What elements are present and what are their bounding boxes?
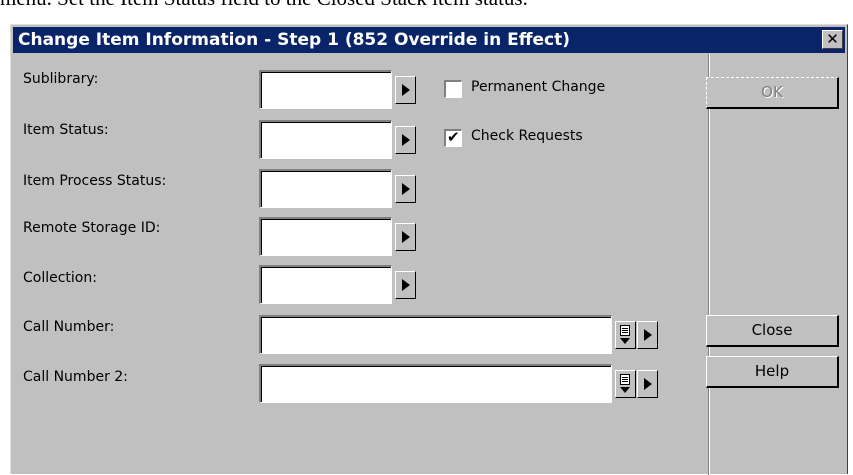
sublibrary-arrow-icon[interactable] [395, 76, 416, 104]
chevron-down-icon [620, 387, 630, 393]
call-number-list-icon[interactable] [615, 321, 636, 349]
item-process-status-label: Item Process Status: [23, 173, 167, 189]
checkmark-icon: ✔ [447, 128, 460, 146]
chevron-down-icon [620, 338, 630, 344]
dialog-title-bar: Change Item Information - Step 1 (852 Ov… [13, 27, 845, 53]
vertical-divider [708, 54, 710, 475]
remote-storage-id-label: Remote Storage ID: [23, 220, 161, 236]
collection-field[interactable] [259, 265, 392, 304]
remote-storage-id-arrow-icon[interactable] [395, 223, 416, 251]
check-requests-label: Check Requests [471, 128, 583, 144]
remote-storage-id-field[interactable] [259, 217, 392, 256]
collection-label: Collection: [23, 270, 97, 286]
sublibrary-field[interactable] [259, 70, 392, 109]
call-number-2-list-icon[interactable] [615, 370, 636, 398]
item-status-label: Item Status: [23, 122, 109, 138]
call-number-arrow-icon[interactable] [637, 321, 658, 349]
close-button[interactable]: Close [706, 315, 839, 347]
item-process-status-arrow-icon[interactable] [395, 175, 416, 203]
close-icon[interactable]: ✕ [822, 30, 843, 49]
call-number-label: Call Number: [23, 319, 115, 335]
call-number-field[interactable] [259, 315, 612, 354]
list-lines-icon [620, 325, 630, 336]
permanent-change-checkbox[interactable] [444, 80, 462, 98]
dialog-title: Change Item Information - Step 1 (852 Ov… [18, 30, 571, 50]
call-number-2-field[interactable] [259, 364, 612, 403]
sublibrary-label: Sublibrary: [23, 71, 99, 87]
item-process-status-field[interactable] [259, 169, 392, 208]
help-button[interactable]: Help [706, 356, 839, 388]
item-status-arrow-icon[interactable] [395, 126, 416, 154]
call-number-2-label: Call Number 2: [23, 369, 128, 385]
document-text: menu. Set the Item Status field to the C… [0, 0, 853, 11]
permanent-change-label: Permanent Change [471, 79, 606, 95]
change-item-dialog: Change Item Information - Step 1 (852 Ov… [10, 24, 848, 475]
collection-arrow-icon[interactable] [395, 271, 416, 299]
check-requests-checkbox[interactable]: ✔ [444, 128, 462, 147]
item-status-field[interactable] [259, 120, 392, 159]
call-number-2-arrow-icon[interactable] [637, 370, 658, 398]
ok-button[interactable]: OK [706, 77, 839, 109]
list-lines-icon [620, 374, 630, 385]
